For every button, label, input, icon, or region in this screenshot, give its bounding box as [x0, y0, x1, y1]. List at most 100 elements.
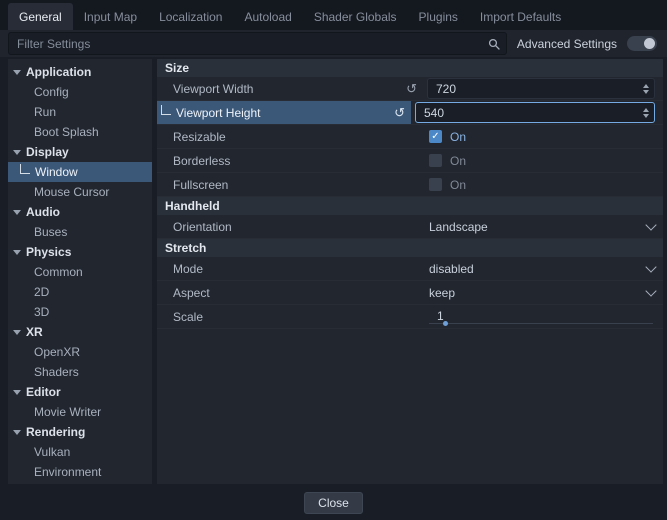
scale-slider[interactable]: 1: [427, 305, 655, 328]
revert-icon[interactable]: ↺: [406, 82, 417, 95]
property-label-cell[interactable]: Scale: [157, 305, 423, 328]
property-row-viewport-height: Viewport Height ↺: [157, 101, 663, 125]
sidebar-item-label: Common: [34, 265, 83, 279]
sidebar-item-movie-writer[interactable]: Movie Writer: [8, 402, 152, 422]
sidebar-item-editor[interactable]: Editor: [8, 382, 152, 402]
sidebar-item-shaders[interactable]: Shaders: [8, 362, 152, 382]
chevron-down-icon: [13, 330, 21, 335]
revert-icon[interactable]: ↺: [394, 106, 405, 119]
property-label-cell[interactable]: Viewport Height ↺: [157, 101, 411, 124]
property-label: Orientation: [173, 220, 423, 234]
stretch-aspect-dropdown[interactable]: keep: [423, 281, 663, 304]
property-value-cell: [423, 77, 663, 100]
section-title: Stretch: [165, 241, 206, 255]
search-input[interactable]: [15, 36, 484, 52]
sidebar-item-application[interactable]: Application: [8, 62, 152, 82]
dropdown-value: keep: [427, 286, 455, 300]
filter-bar: Advanced Settings: [0, 30, 667, 57]
sidebar-item-common[interactable]: Common: [8, 262, 152, 282]
viewport-height-spinbox[interactable]: [415, 102, 655, 123]
property-row-stretch-mode: Mode disabled: [157, 257, 663, 281]
borderless-checkbox[interactable]: [429, 154, 442, 167]
project-settings-window: General Input Map Localization Autoload …: [0, 0, 667, 520]
tab-localization[interactable]: Localization: [148, 3, 233, 30]
sidebar-item-label: Config: [34, 85, 69, 99]
property-label-cell[interactable]: Orientation: [157, 215, 423, 238]
property-value-cell: On: [423, 149, 663, 172]
sidebar-item-openxr[interactable]: OpenXR: [8, 342, 152, 362]
sidebar-item-2d[interactable]: 2D: [8, 282, 152, 302]
search-icon: [488, 38, 500, 50]
tab-label: Import Defaults: [480, 10, 561, 24]
tab-autoload[interactable]: Autoload: [233, 3, 302, 30]
sidebar-item-vulkan[interactable]: Vulkan: [8, 442, 152, 462]
property-label: Scale: [173, 310, 423, 324]
sidebar-item-boot-splash[interactable]: Boot Splash: [8, 122, 152, 142]
chevron-down-icon: [13, 70, 21, 75]
tree-branch-icon: [161, 105, 171, 115]
sidebar-item-rendering[interactable]: Rendering: [8, 422, 152, 442]
dropdown-value: disabled: [427, 262, 474, 276]
close-button[interactable]: Close: [304, 492, 363, 514]
sidebar-item-physics[interactable]: Physics: [8, 242, 152, 262]
sidebar-item-label: Editor: [26, 385, 61, 399]
viewport-height-input[interactable]: [422, 105, 637, 121]
sidebar-item-window[interactable]: Window: [8, 162, 152, 182]
sidebar-item-run[interactable]: Run: [8, 102, 152, 122]
section-header-size: Size: [157, 59, 663, 77]
sidebar-item-3d[interactable]: 3D: [8, 302, 152, 322]
sidebar-item-label: 2D: [34, 285, 49, 299]
property-label: Resizable: [173, 130, 423, 144]
slider-grabber[interactable]: [443, 321, 448, 326]
sidebar-item-audio[interactable]: Audio: [8, 202, 152, 222]
advanced-settings-toggle[interactable]: [627, 36, 657, 51]
sidebar-item-label: Mouse Cursor: [34, 185, 109, 199]
sidebar-item-buses[interactable]: Buses: [8, 222, 152, 242]
search-bar[interactable]: [8, 32, 507, 55]
fullscreen-checkbox[interactable]: [429, 178, 442, 191]
sidebar-item-label: Display: [26, 145, 69, 159]
sidebar-item-label: Window: [35, 165, 78, 179]
property-label: Viewport Height: [176, 106, 394, 120]
tab-shader-globals[interactable]: Shader Globals: [303, 3, 408, 30]
section-header-handheld: Handheld: [157, 197, 663, 215]
sidebar-item-label: Rendering: [26, 425, 85, 439]
tab-general[interactable]: General: [8, 3, 73, 30]
sidebar-item-label: Run: [34, 105, 56, 119]
property-label-cell[interactable]: Resizable: [157, 125, 423, 148]
tab-label: Shader Globals: [314, 10, 397, 24]
sidebar-item-environment[interactable]: Environment: [8, 462, 152, 482]
property-label-cell[interactable]: Mode: [157, 257, 423, 280]
property-label-cell[interactable]: Fullscreen: [157, 173, 423, 196]
viewport-width-input[interactable]: [434, 81, 637, 97]
stretch-mode-dropdown[interactable]: disabled: [423, 257, 663, 280]
tab-label: Input Map: [84, 10, 137, 24]
sidebar-item-display[interactable]: Display: [8, 142, 152, 162]
property-row-resizable: Resizable ✓ On: [157, 125, 663, 149]
checkbox-state-label: On: [450, 130, 466, 144]
tab-input-map[interactable]: Input Map: [73, 3, 148, 30]
tab-import-defaults[interactable]: Import Defaults: [469, 3, 572, 30]
spin-updown-icon[interactable]: [641, 82, 651, 96]
property-value-cell: ✓ On: [423, 125, 663, 148]
section-title: Handheld: [165, 199, 220, 213]
property-label-cell[interactable]: Borderless: [157, 149, 423, 172]
sidebar-item-config[interactable]: Config: [8, 82, 152, 102]
spin-updown-icon[interactable]: [641, 106, 651, 120]
property-value-cell: On: [423, 173, 663, 196]
chevron-down-icon: [13, 150, 21, 155]
sidebar-item-label: Boot Splash: [34, 125, 99, 139]
property-label-cell[interactable]: Aspect: [157, 281, 423, 304]
chevron-down-icon: [13, 210, 21, 215]
orientation-dropdown[interactable]: Landscape: [423, 215, 663, 238]
tab-plugins[interactable]: Plugins: [408, 3, 469, 30]
viewport-width-spinbox[interactable]: [427, 78, 655, 99]
slider-track[interactable]: [429, 323, 653, 324]
toggle-knob-icon: [644, 38, 655, 49]
chevron-down-icon: [13, 390, 21, 395]
sidebar-item-xr[interactable]: XR: [8, 322, 152, 342]
resizable-checkbox[interactable]: ✓: [429, 130, 442, 143]
sidebar-item-mouse-cursor[interactable]: Mouse Cursor: [8, 182, 152, 202]
chevron-down-icon: [13, 250, 21, 255]
property-label-cell[interactable]: Viewport Width ↺: [157, 77, 423, 100]
